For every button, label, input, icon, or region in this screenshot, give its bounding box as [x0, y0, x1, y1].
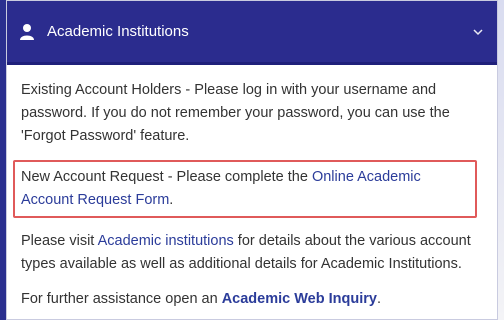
chevron-down-icon[interactable]	[473, 24, 483, 39]
visit-institutions-text: Please visit Academic institutions for d…	[21, 230, 483, 276]
academic-institutions-panel: Academic Institutions Existing Account H…	[6, 0, 498, 320]
panel-title: Academic Institutions	[47, 23, 189, 40]
new-account-highlight: New Account Request - Please complete th…	[13, 160, 477, 218]
new-account-prefix: New Account Request - Please complete th…	[21, 169, 312, 185]
new-account-text: New Account Request - Please complete th…	[21, 166, 469, 212]
existing-account-text: Existing Account Holders - Please log in…	[21, 82, 450, 144]
panel-header[interactable]: Academic Institutions	[7, 1, 497, 65]
assistance-prefix: For further assistance open an	[21, 291, 222, 307]
assistance-text: For further assistance open an Academic …	[21, 288, 483, 311]
academic-web-inquiry-link[interactable]: Academic Web Inquiry	[222, 291, 377, 307]
visit-prefix: Please visit	[21, 233, 98, 249]
panel-content: Existing Account Holders - Please log in…	[7, 65, 497, 311]
new-account-suffix: .	[169, 192, 174, 208]
academic-institutions-link[interactable]: Academic institutions	[98, 233, 234, 249]
assistance-suffix: .	[376, 291, 381, 307]
user-icon	[19, 23, 35, 41]
